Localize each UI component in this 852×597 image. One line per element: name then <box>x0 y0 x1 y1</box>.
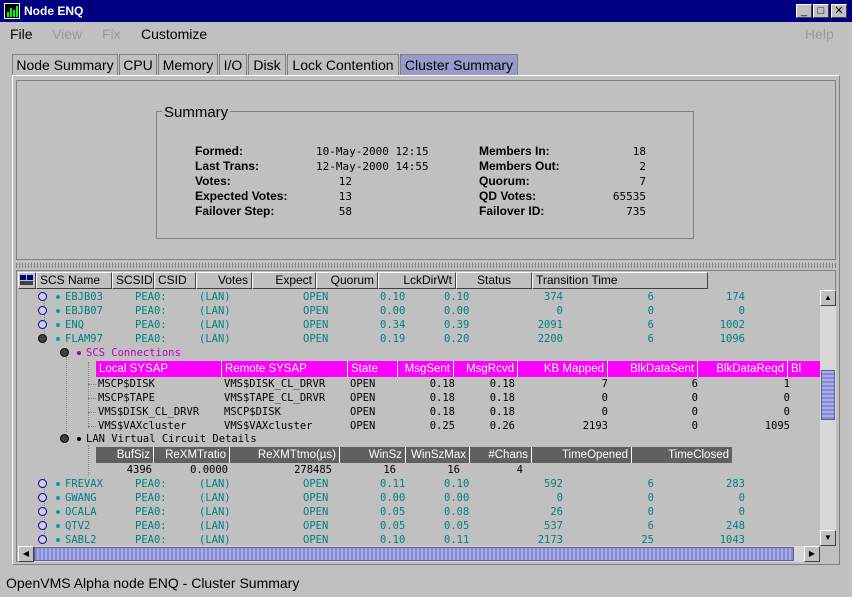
summary-value: 58 <box>338 205 352 218</box>
minimize-button[interactable]: _ <box>796 4 812 18</box>
table-row[interactable]: ENQ PEA0: (LAN) OPEN 0.34 0.39 2091 6 10… <box>18 318 820 332</box>
app-icon <box>4 3 20 19</box>
table-row[interactable]: VMS$VAXcluster VMS$VAXcluster OPEN 0.25 … <box>18 419 820 433</box>
summary-label: Failover ID: <box>479 204 545 218</box>
header-timeopened: TimeOpened <box>532 447 632 463</box>
lan-circuit-node[interactable]: LAN Virtual Circuit Details <box>18 432 820 446</box>
summary-label: Quorum: <box>479 174 530 188</box>
header-truncated: Bl <box>791 363 802 375</box>
title-bar: Node ENQ _ □ ✕ <box>0 0 852 22</box>
header-timeclosed: TimeClosed <box>668 449 729 461</box>
summary-value: 12 <box>338 175 352 188</box>
summary-value: 65535 <box>612 190 646 203</box>
scroll-right-icon[interactable]: ▶ <box>804 546 820 562</box>
tab-cpu[interactable]: CPU <box>119 54 157 76</box>
summary-label: Formed: <box>195 144 243 158</box>
header-rexmttmo: ReXMTtmo(µs) <box>230 447 340 463</box>
summary-label: Members In: <box>479 144 550 158</box>
table-row[interactable]: EBJB03 PEA0: (LAN) OPEN 0.10 0.10 374 6 … <box>18 290 820 304</box>
summary-label: Last Trans: <box>195 159 260 173</box>
header-winsz: WinSz <box>340 447 406 463</box>
header-votes[interactable]: Votes <box>196 272 252 289</box>
tab-cluster-summary[interactable]: Cluster Summary <box>400 54 518 76</box>
scroll-corner <box>820 546 836 562</box>
cluster-tree: EBJB03 PEA0: (LAN) OPEN 0.10 0.10 374 6 … <box>18 290 820 546</box>
table-row[interactable]: QTV2 PEA0: (LAN) OPEN 0.05 0.05 537 6 24… <box>18 519 820 533</box>
tab-io[interactable]: I/O <box>219 54 247 76</box>
table-row[interactable]: OCALA PEA0: (LAN) OPEN 0.05 0.08 26 0 0 <box>18 505 820 519</box>
maximize-button[interactable]: □ <box>813 4 829 18</box>
split-pane-divider[interactable] <box>16 263 836 268</box>
table-row[interactable]: VMS$DISK_CL_DRVR MSCP$DISK OPEN 0.18 0.1… <box>18 405 820 419</box>
tab-memory[interactable]: Memory <box>158 54 218 76</box>
tab-node-summary[interactable]: Node Summary <box>12 54 118 76</box>
scs-connections-header: Local SYSAP Remote SYSAP State MsgSent M… <box>96 361 820 377</box>
header-csid[interactable]: CSID <box>154 272 196 289</box>
header-scs-name[interactable]: SCS Name <box>36 272 112 289</box>
scroll-up-icon[interactable]: ▲ <box>820 290 836 306</box>
header-winszmax: WinSzMax <box>406 447 470 463</box>
summary-label: Members Out: <box>479 159 560 173</box>
tab-disk[interactable]: Disk <box>248 54 286 76</box>
menu-file[interactable]: File <box>10 26 33 42</box>
table-row[interactable]: GWANG PEA0: (LAN) OPEN 0.00 0.00 0 0 0 <box>18 491 820 505</box>
summary-value: 13 <box>338 190 352 203</box>
summary-value: 10-May-2000 12:15 <box>316 145 429 158</box>
vertical-scrollbar[interactable]: ▲ ▼ <box>820 290 836 546</box>
header-bufsiz: BufSiz <box>96 447 154 463</box>
header-rexmtratio: ReXMTratio <box>154 447 230 463</box>
summary-value: 2 <box>639 160 646 173</box>
menu-customize[interactable]: Customize <box>141 26 207 42</box>
summary-label: Votes: <box>195 174 231 188</box>
scs-connections-node[interactable]: SCS Connections <box>18 346 820 360</box>
header-quorum[interactable]: Quorum <box>316 272 378 289</box>
tab-lock-contention[interactable]: Lock Contention <box>287 54 399 76</box>
header-msgsent: MsgSent <box>398 361 454 377</box>
header-expect[interactable]: Expect <box>252 272 316 289</box>
table-row[interactable]: MSCP$DISK VMS$DISK_CL_DRVR OPEN 0.18 0.1… <box>18 377 820 391</box>
table-row[interactable]: SABL2 PEA0: (LAN) OPEN 0.10 0.11 2173 25… <box>18 533 820 546</box>
header-remote-sysap: Remote SYSAP <box>222 361 348 377</box>
scroll-down-icon[interactable]: ▼ <box>820 530 836 546</box>
horizontal-scrollbar[interactable]: ◀ ▶ <box>18 546 820 562</box>
summary-label: Expected Votes: <box>195 189 288 203</box>
table-row[interactable]: EBJB07 PEA0: (LAN) OPEN 0.00 0.00 0 0 0 <box>18 304 820 318</box>
window-title: Node ENQ <box>24 4 84 18</box>
menu-help[interactable]: Help <box>805 26 834 42</box>
lan-circuit-header: BufSiz ReXMTratio ReXMTtmo(µs) WinSz Win… <box>96 447 732 463</box>
horizontal-scroll-thumb[interactable] <box>34 547 794 561</box>
table-row[interactable]: MSCP$TAPE VMS$TAPE_CL_DRVR OPEN 0.18 0.1… <box>18 391 820 405</box>
scroll-left-icon[interactable]: ◀ <box>18 546 34 562</box>
header-scsid[interactable]: SCSID <box>112 272 154 289</box>
menu-bar: File View Fix Customize Help <box>0 22 852 46</box>
table-row[interactable]: FLAM97 PEA0: (LAN) OPEN 0.19 0.20 2200 6… <box>18 332 820 346</box>
header-lckdirwt[interactable]: LckDirWt <box>378 272 456 289</box>
column-toggle-icon[interactable] <box>18 272 36 289</box>
header-status[interactable]: Status <box>456 272 532 289</box>
header-msgrcvd: MsgRcvd <box>454 361 518 377</box>
table-row[interactable]: FREVAX PEA0: (LAN) OPEN 0.11 0.10 592 6 … <box>18 477 820 491</box>
header-transition-time[interactable]: Transition Time <box>532 272 708 289</box>
close-button[interactable]: ✕ <box>831 4 847 18</box>
header-blkdatasent: BlkDataSent <box>608 361 698 377</box>
summary-value: 7 <box>639 175 646 188</box>
summary-value: 12-May-2000 14:55 <box>316 160 429 173</box>
summary-label: QD Votes: <box>479 189 537 203</box>
summary-value: 735 <box>626 205 646 218</box>
header-local-sysap: Local SYSAP <box>96 361 222 377</box>
summary-value: 18 <box>632 145 646 158</box>
header-kb-mapped: KB Mapped <box>518 361 608 377</box>
vertical-scroll-thumb[interactable] <box>821 370 835 420</box>
header-blkdatareqd: BlkDataReqd <box>698 361 788 377</box>
status-bar: OpenVMS Alpha node ENQ - Cluster Summary <box>6 575 300 591</box>
header-chans: #Chans <box>470 447 532 463</box>
summary-label: Failover Step: <box>195 204 275 218</box>
menu-view[interactable]: View <box>52 26 82 42</box>
menu-fix[interactable]: Fix <box>102 26 121 42</box>
table-row[interactable]: 4396 0.0000 278485 16 16 4 <box>18 463 820 477</box>
summary-title: Summary <box>162 104 231 121</box>
header-state: State <box>348 361 398 377</box>
